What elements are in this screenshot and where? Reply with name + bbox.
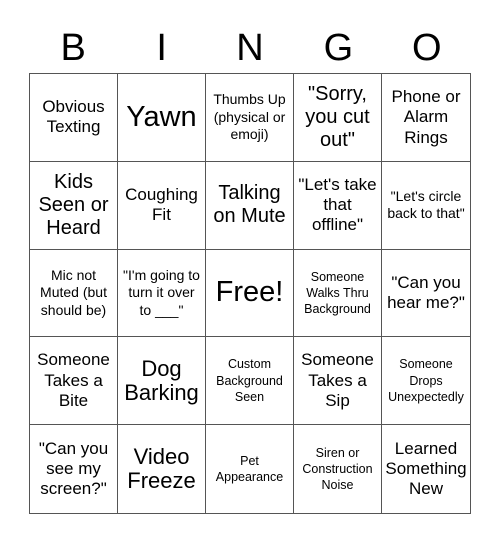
bingo-cell[interactable]: "Let's circle back to that": [382, 162, 470, 250]
free-space[interactable]: Free!: [206, 249, 294, 338]
bingo-cell[interactable]: Dog Barking: [118, 337, 206, 426]
bingo-cell[interactable]: Video Freeze: [118, 425, 206, 513]
bingo-cell[interactable]: Coughing Fit: [118, 161, 206, 250]
bingo-cell[interactable]: "Let's take that offline": [294, 161, 382, 250]
bingo-cell[interactable]: "Can you see my screen?": [30, 425, 118, 513]
bingo-cell[interactable]: Obvious Texting: [30, 74, 118, 162]
header-letter-n: N: [236, 27, 264, 69]
header-letter-b: B: [60, 27, 86, 69]
bingo-cell[interactable]: Thumbs Up (physical or emoji): [206, 74, 294, 162]
bingo-cell[interactable]: Yawn: [118, 74, 206, 162]
bingo-cell[interactable]: Kids Seen or Heard: [30, 161, 118, 250]
bingo-header: B I N G O: [29, 24, 471, 72]
bingo-cell[interactable]: Someone Drops Unexpectedly: [382, 337, 470, 426]
header-letter-o: O: [412, 27, 442, 69]
bingo-cell[interactable]: Learned Something New: [382, 425, 470, 513]
bingo-cell[interactable]: Mic not Muted (but should be): [30, 249, 118, 338]
header-letter-i: I: [156, 27, 167, 69]
bingo-cell[interactable]: Someone Walks Thru Background: [294, 249, 382, 338]
bingo-cell[interactable]: "I'm going to turn it over to ___": [118, 249, 206, 338]
bingo-cell[interactable]: Someone Takes a Bite: [30, 337, 118, 426]
bingo-cell[interactable]: Custom Background Seen: [206, 337, 294, 426]
bingo-cell[interactable]: Siren or Construction Noise: [294, 425, 382, 513]
bingo-cell[interactable]: "Sorry, you cut out": [294, 74, 382, 162]
bingo-cell[interactable]: Pet Appearance: [206, 425, 294, 513]
bingo-grid: Obvious Texting Yawn Thumbs Up (physical…: [29, 73, 471, 514]
bingo-cell[interactable]: Someone Takes a Sip: [294, 337, 382, 426]
bingo-cell[interactable]: "Can you hear me?": [382, 250, 470, 338]
header-letter-g: G: [323, 27, 354, 69]
bingo-cell[interactable]: Phone or Alarm Rings: [382, 74, 470, 162]
bingo-cell[interactable]: Talking on Mute: [206, 161, 294, 250]
